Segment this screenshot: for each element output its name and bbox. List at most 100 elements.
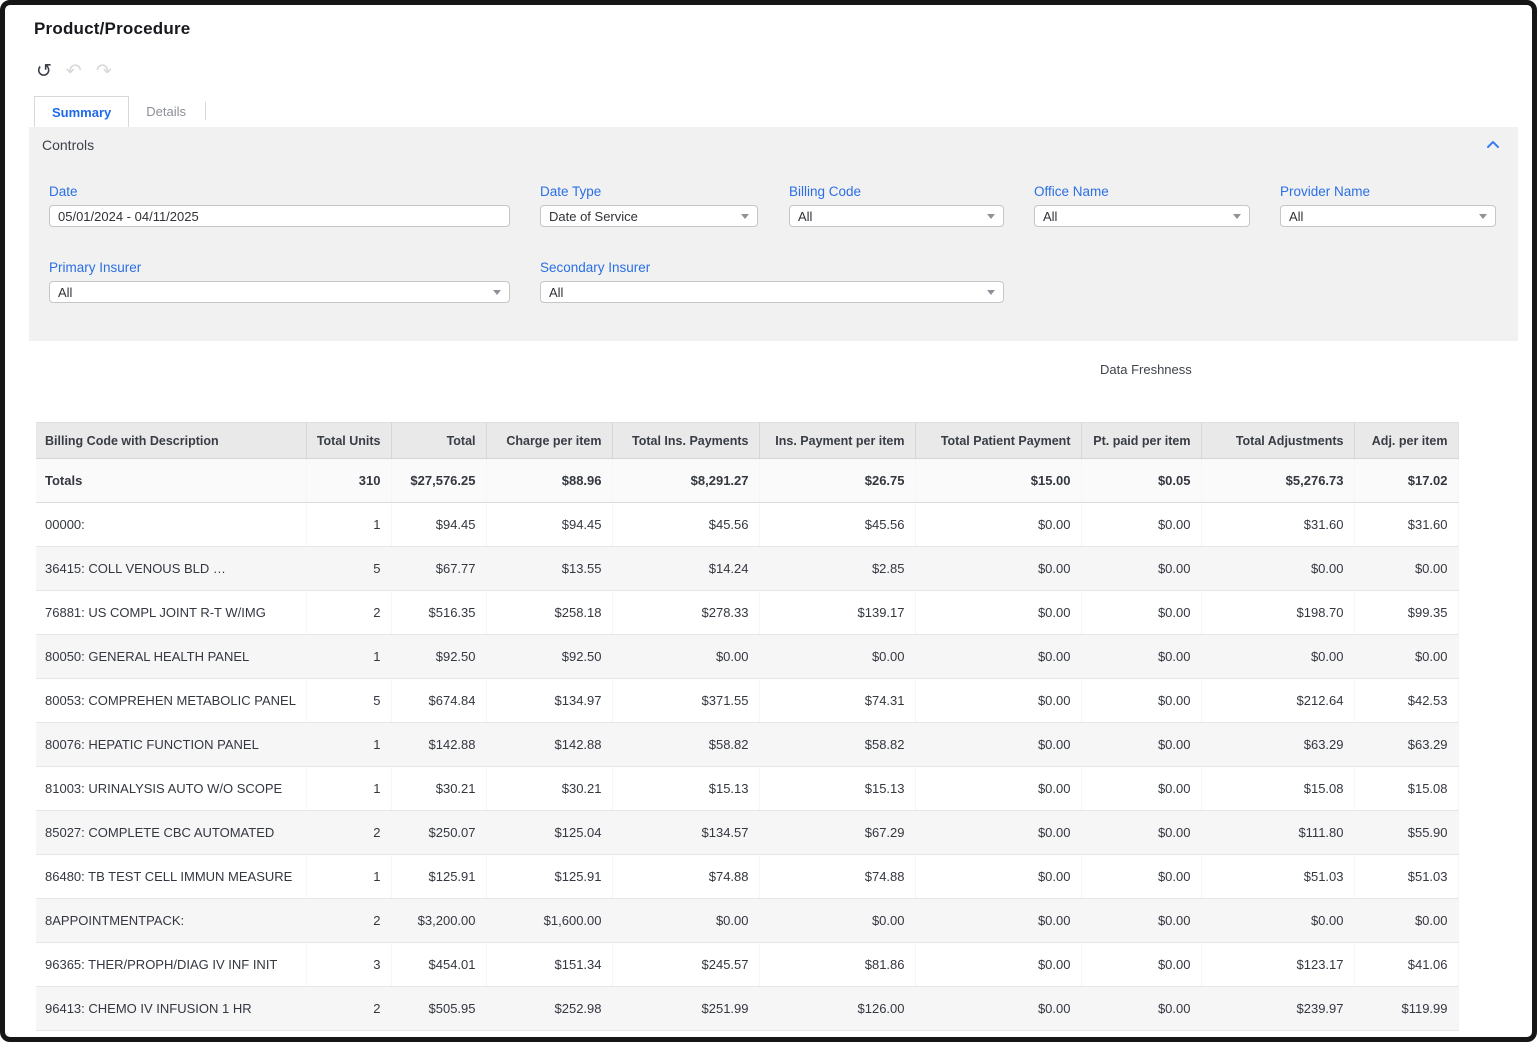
cell-value: $0.00 [1081, 899, 1201, 943]
column-header-ins-payment-per-item[interactable]: Ins. Payment per item [759, 423, 915, 459]
cell-value: $0.00 [1081, 811, 1201, 855]
cell-value: $2.85 [759, 547, 915, 591]
tab-divider [205, 102, 206, 120]
date-range-input[interactable] [49, 205, 510, 227]
totals-value: $26.75 [759, 459, 915, 503]
cell-value: 2 [306, 899, 391, 943]
cell-value: $0.00 [1081, 635, 1201, 679]
cell-value: $142.88 [391, 723, 486, 767]
cell-value: $134.97 [486, 679, 612, 723]
redo-icon[interactable]: ↷ [96, 62, 112, 81]
cell-value: $125.04 [486, 811, 612, 855]
cell-value: 1 [306, 767, 391, 811]
cell-billing-code: 81003: URINALYSIS AUTO W/O SCOPE [36, 767, 306, 811]
cell-value: $74.88 [612, 855, 759, 899]
cell-value: $30.21 [486, 767, 612, 811]
controls-panel: Controls Date Date Type Date of Service … [29, 127, 1518, 341]
cell-value: $0.00 [1201, 635, 1354, 679]
office-name-select[interactable]: All [1034, 205, 1250, 227]
cell-value: $212.64 [1201, 679, 1354, 723]
cell-value: $0.00 [915, 855, 1081, 899]
cell-value: $0.00 [915, 767, 1081, 811]
cell-value: $251.99 [612, 987, 759, 1031]
cell-value: $134.57 [612, 811, 759, 855]
cell-value: $30.21 [391, 767, 486, 811]
column-header-total-adjustments[interactable]: Total Adjustments [1201, 423, 1354, 459]
chevron-down-icon [493, 290, 501, 295]
cell-value: $0.00 [915, 547, 1081, 591]
date-label: Date [49, 184, 510, 199]
cell-value: $51.03 [1354, 855, 1458, 899]
tab-summary[interactable]: Summary [34, 96, 129, 127]
table-row: 76881: US COMPL JOINT R-T W/IMG2$516.35$… [36, 591, 1458, 635]
tab-summary-label: Summary [52, 105, 111, 120]
column-header-total[interactable]: Total [391, 423, 486, 459]
cell-value: 2 [306, 987, 391, 1031]
date-type-select[interactable]: Date of Service [540, 205, 758, 227]
cell-value: $51.03 [1201, 855, 1354, 899]
billing-code-select[interactable]: All [789, 205, 1004, 227]
provider-name-select[interactable]: All [1280, 205, 1496, 227]
provider-name-value: All [1289, 209, 1303, 224]
cell-value: $3,200.00 [391, 899, 486, 943]
column-header-billing-code-with-description[interactable]: Billing Code with Description [36, 423, 306, 459]
column-header-charge-per-item[interactable]: Charge per item [486, 423, 612, 459]
cell-billing-code: 00000: [36, 503, 306, 547]
chevron-down-icon [1233, 214, 1241, 219]
totals-value: 310 [306, 459, 391, 503]
column-header-adj-per-item[interactable]: Adj. per item [1354, 423, 1458, 459]
cell-value: $67.29 [759, 811, 915, 855]
cell-billing-code: 86480: TB TEST CELL IMMUN MEASURE [36, 855, 306, 899]
column-header-total-units[interactable]: Total Units [306, 423, 391, 459]
cell-billing-code: 80076: HEPATIC FUNCTION PANEL [36, 723, 306, 767]
data-freshness-label: Data Freshness [1100, 362, 1192, 377]
cell-value: $142.88 [486, 723, 612, 767]
cell-value: $0.00 [1081, 591, 1201, 635]
cell-value: $0.00 [1081, 547, 1201, 591]
billing-code-label: Billing Code [789, 184, 1004, 199]
table-row: 80053: COMPREHEN METABOLIC PANEL5$674.84… [36, 679, 1458, 723]
cell-value: $81.86 [759, 943, 915, 987]
totals-value: $0.05 [1081, 459, 1201, 503]
undo-icon[interactable]: ↶ [66, 62, 82, 81]
cell-value: 1 [306, 635, 391, 679]
cell-value: $58.82 [759, 723, 915, 767]
secondary-insurer-value: All [549, 285, 563, 300]
table-row: 85027: COMPLETE CBC AUTOMATED2$250.07$12… [36, 811, 1458, 855]
cell-value: $63.29 [1354, 723, 1458, 767]
billing-code-value: All [798, 209, 812, 224]
table-row: 96413: CHEMO IV INFUSION 1 HR2$505.95$25… [36, 987, 1458, 1031]
filter-field-primary-insurer: Primary Insurer All [49, 260, 510, 303]
cell-value: $0.00 [1081, 987, 1201, 1031]
tab-details-label: Details [146, 104, 186, 119]
cell-value: 1 [306, 723, 391, 767]
chevron-down-icon [1479, 214, 1487, 219]
cell-value: $454.01 [391, 943, 486, 987]
cell-value: $0.00 [915, 635, 1081, 679]
cell-value: $1,600.00 [486, 899, 612, 943]
cell-value: $92.50 [391, 635, 486, 679]
cell-billing-code: 96365: THER/PROPH/DIAG IV INF INIT [36, 943, 306, 987]
cell-value: $94.45 [486, 503, 612, 547]
totals-label: Totals [36, 459, 306, 503]
cell-value: $0.00 [1354, 899, 1458, 943]
chevron-up-icon[interactable] [1485, 138, 1501, 156]
tab-details[interactable]: Details [129, 96, 203, 127]
refresh-icon[interactable]: ↺ [36, 62, 52, 81]
cell-value: 1 [306, 855, 391, 899]
cell-billing-code: 80050: GENERAL HEALTH PANEL [36, 635, 306, 679]
cell-billing-code: 80053: COMPREHEN METABOLIC PANEL [36, 679, 306, 723]
cell-value: $41.06 [1354, 943, 1458, 987]
column-header-total-patient-payment[interactable]: Total Patient Payment [915, 423, 1081, 459]
cell-value: $258.18 [486, 591, 612, 635]
cell-value: $92.50 [486, 635, 612, 679]
secondary-insurer-select[interactable]: All [540, 281, 1004, 303]
provider-name-label: Provider Name [1280, 184, 1496, 199]
column-header-total-ins-payments[interactable]: Total Ins. Payments [612, 423, 759, 459]
cell-billing-code: 36415: COLL VENOUS BLD … [36, 547, 306, 591]
primary-insurer-select[interactable]: All [49, 281, 510, 303]
cell-billing-code: 96413: CHEMO IV INFUSION 1 HR [36, 987, 306, 1031]
cell-value: 5 [306, 679, 391, 723]
cell-value: $0.00 [1081, 855, 1201, 899]
column-header-pt-paid-per-item[interactable]: Pt. paid per item [1081, 423, 1201, 459]
